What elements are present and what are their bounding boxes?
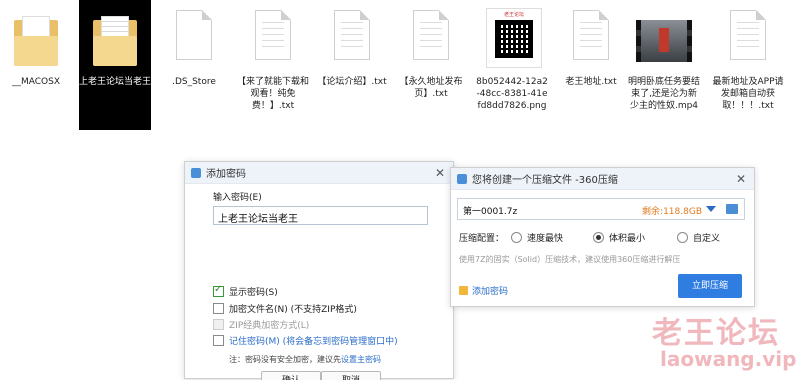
file-label: 最新地址及APP请发邮箱自动获取！！！.txt [712, 77, 784, 111]
file-label: 8b052442-12a2-48cc-8381-41efd8dd7826.png [476, 77, 548, 111]
file-item-address-txt[interactable]: 老王地址.txt [555, 6, 627, 88]
zip-classic-option: ZIP经典加密方式(L) [213, 318, 309, 331]
radio-icon[interactable] [511, 232, 522, 243]
set-master-password-link[interactable]: 设置主密码 [341, 355, 381, 364]
qr-code-image: 老王论坛 [486, 8, 542, 68]
qr-caption: 老王论坛 [503, 12, 524, 18]
file-item-ds-store[interactable]: .DS_Store [158, 6, 230, 88]
browse-folder-icon[interactable] [726, 204, 738, 214]
file-item-laowang-folder[interactable]: 上老王论坛当老王 [79, 0, 151, 130]
file-label: 【永久地址发布页】.txt [399, 77, 463, 99]
compress-dialog: 您将创建一个压缩文件 -360压缩 ✕ 第一0001.7z 剩余:118.8GB… [450, 167, 755, 307]
file-item-download-txt[interactable]: 【来了就能下载和观看！纯免费！】.txt [237, 6, 309, 112]
lock-icon [459, 286, 468, 295]
password-input[interactable]: 上老王论坛当老王 [213, 206, 428, 225]
compression-hint: 使用7Z的固实（Solid）压缩技术，建议使用360压缩进行解压 [459, 255, 681, 264]
text-file-icon [255, 10, 291, 60]
remember-password-option[interactable]: 记住密码(M) (将会备忘到密码管理窗口中) [213, 334, 398, 347]
video-file-icon [636, 20, 692, 62]
dialog-titlebar: 您将创建一个压缩文件 -360压缩 ✕ [451, 168, 754, 190]
file-item-latest-address[interactable]: 最新地址及APP请发邮箱自动获取！！！.txt [712, 6, 784, 112]
option-label: 体积最小 [609, 234, 646, 244]
text-file-icon [573, 10, 609, 60]
checkbox-checked-icon[interactable] [213, 284, 224, 297]
archive-name: 第一0001.7z [463, 207, 518, 217]
cancel-button[interactable]: 取消 [321, 371, 381, 380]
close-icon[interactable]: ✕ [734, 172, 748, 186]
note-text: 注：密码没有安全加密，建议先 [229, 355, 341, 364]
file-item-permanent-address[interactable]: 【永久地址发布页】.txt [395, 6, 467, 100]
file-item-forum-intro[interactable]: 【论坛介绍】.txt [316, 6, 388, 88]
checkbox-icon[interactable] [213, 303, 224, 314]
file-label: 【论坛介绍】.txt [317, 77, 387, 87]
option-label: ZIP经典加密方式(L) [229, 321, 310, 331]
text-file-icon [730, 10, 766, 60]
option-smallest[interactable]: 体积最小 [593, 231, 645, 244]
option-label: 自定义 [693, 234, 721, 244]
dialog-title: 您将创建一个压缩文件 -360压缩 [472, 175, 618, 186]
file-grid: __MACOSX 上老王论坛当老王 .DS_Store 【来了就能下载和观看！纯… [0, 0, 800, 140]
checkbox-disabled-icon [213, 319, 224, 330]
config-label: 压缩配置： [459, 234, 505, 244]
file-label: 明明卧底任务要结束了,还是沦为新少主的性奴.mp4 [628, 77, 701, 111]
file-item-macosx[interactable]: __MACOSX [0, 6, 72, 88]
option-fastest[interactable]: 速度最快 [511, 231, 563, 244]
file-label: 【来了就能下载和观看！纯免费！】.txt [237, 77, 310, 111]
text-file-icon [334, 10, 370, 60]
password-label: 输入密码(E) [213, 193, 262, 203]
confirm-button[interactable]: 确认 [261, 371, 321, 380]
dialog-titlebar: 添加密码 ✕ [185, 162, 453, 184]
file-label: 上老王论坛当老王 [79, 77, 152, 87]
close-icon[interactable]: ✕ [433, 166, 447, 180]
app-icon [457, 173, 467, 184]
watermark-cn: 老王论坛 [652, 316, 780, 351]
file-label: 老王地址.txt [565, 77, 617, 87]
folder-icon [93, 16, 137, 66]
radio-selected-icon[interactable] [593, 232, 604, 243]
encrypt-filenames-option[interactable]: 加密文件名(N) (不支持ZIP格式) [213, 302, 357, 315]
archive-name-input[interactable]: 第一0001.7z 剩余:118.8GB [457, 198, 745, 220]
text-file-icon [413, 10, 449, 60]
file-item-mp4[interactable]: 明明卧底任务要结束了,还是沦为新少主的性奴.mp4 [628, 6, 700, 112]
dialog-title: 添加密码 [206, 169, 246, 180]
folder-icon [14, 16, 58, 66]
dropdown-arrow-icon[interactable] [706, 206, 716, 212]
option-label: 记住密码(M) (将会备忘到密码管理窗口中) [229, 337, 398, 347]
free-space-label: 剩余:118.8GB [642, 207, 702, 217]
show-password-option[interactable]: 显示密码(S) [213, 284, 278, 298]
radio-icon[interactable] [677, 232, 688, 243]
add-password-label: 添加密码 [472, 287, 509, 297]
add-password-dialog: 添加密码 ✕ 输入密码(E) 上老王论坛当老王 显示密码(S) 加密文件名(N)… [184, 161, 454, 380]
watermark-url: laowang.vip [660, 347, 797, 371]
option-custom[interactable]: 自定义 [677, 231, 720, 244]
file-item-qr-png[interactable]: 老王论坛 8b052442-12a2-48cc-8381-41efd8dd782… [476, 6, 548, 112]
option-label: 加密文件名(N) (不支持ZIP格式) [229, 305, 357, 315]
option-label: 显示密码(S) [229, 288, 278, 298]
compress-now-button[interactable]: 立即压缩 [678, 274, 742, 298]
add-password-link[interactable]: 添加密码 [459, 284, 508, 297]
option-label: 速度最快 [527, 234, 564, 244]
file-label: __MACOSX [11, 77, 60, 87]
app-icon [191, 167, 201, 178]
checkbox-icon[interactable] [213, 335, 224, 346]
file-icon [176, 10, 212, 60]
file-label: .DS_Store [172, 77, 216, 87]
security-note: 注：密码没有安全加密，建议先设置主密码 [229, 354, 381, 365]
